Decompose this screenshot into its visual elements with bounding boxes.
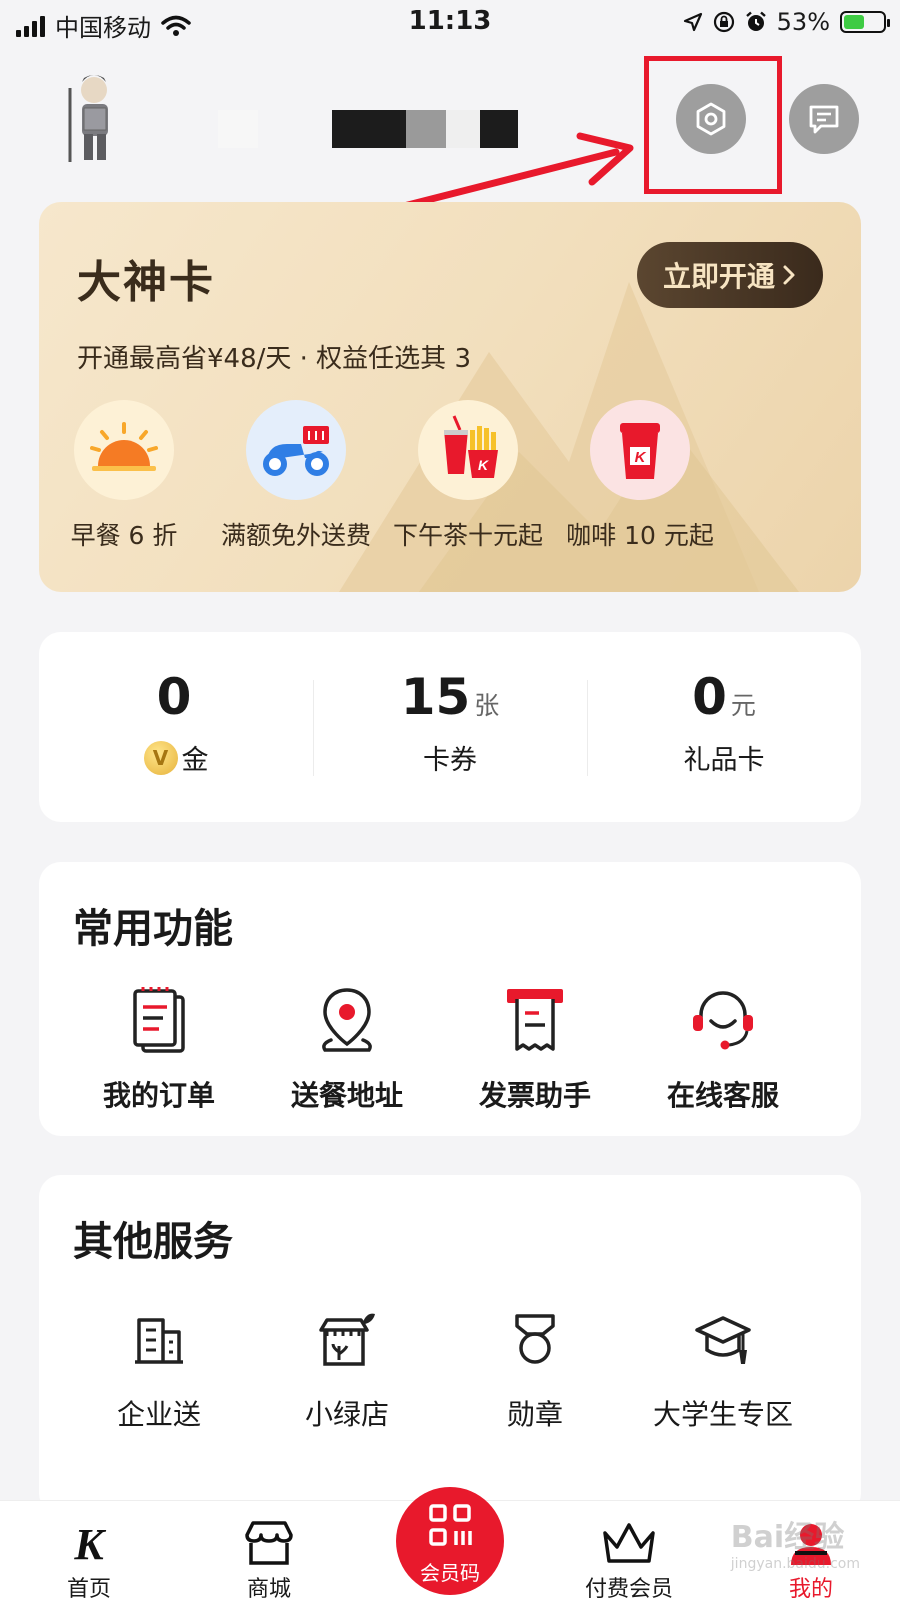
- drink-fries-icon: K: [418, 400, 518, 500]
- v-coin-icon: V: [143, 740, 178, 775]
- benefit-afternoon-tea[interactable]: K 下午茶十元起: [383, 400, 553, 552]
- watermark: Bai经验 jingyan.baidu.com: [730, 1520, 860, 1572]
- function-invoice-helper[interactable]: 发票助手: [435, 986, 635, 1114]
- asset-label: 卡券: [423, 745, 477, 776]
- status-right: 53%: [683, 8, 890, 36]
- vip-activate-label: 立即开通: [662, 260, 775, 293]
- rotation-lock-icon: [713, 11, 734, 33]
- nav-label: 付费会员: [584, 1577, 673, 1600]
- asset-gold[interactable]: 0 V 金: [39, 668, 313, 777]
- building-icon: [124, 1305, 194, 1375]
- service-college-students[interactable]: 大学生专区: [623, 1305, 823, 1433]
- qr-code-icon: [396, 1503, 504, 1551]
- crown-icon: [564, 1517, 694, 1569]
- service-label: 企业送: [116, 1398, 201, 1431]
- asset-value: 0元: [692, 668, 756, 726]
- battery-fill: [844, 15, 865, 29]
- order-list-icon: [124, 986, 194, 1056]
- service-medals[interactable]: 勋章: [435, 1305, 635, 1433]
- svg-text:K: K: [73, 1523, 106, 1563]
- coffee-cup-icon: K: [590, 400, 690, 500]
- benefit-label: 早餐 6 折: [70, 521, 178, 550]
- assets-card: 0 V 金 15 张 卡券 0元 礼品卡: [39, 632, 861, 822]
- chevron-right-icon: [783, 265, 795, 285]
- vip-card-title: 大神卡: [77, 257, 215, 308]
- message-icon: [809, 105, 839, 134]
- function-label: 发票助手: [478, 1079, 591, 1112]
- nav-paid-membership[interactable]: 付费会员: [564, 1517, 694, 1600]
- asset-value: 0: [156, 668, 192, 726]
- nav-label: 首页: [66, 1577, 111, 1600]
- benefit-free-delivery[interactable]: 满额免外送费: [211, 400, 381, 552]
- asset-label: V 金: [39, 738, 313, 777]
- function-online-service[interactable]: 在线客服: [623, 986, 823, 1114]
- service-label: 大学生专区: [652, 1398, 793, 1431]
- sunrise-icon: [74, 400, 174, 500]
- function-label: 我的订单: [102, 1079, 215, 1112]
- medal-icon: [500, 1305, 570, 1375]
- common-functions-card: 常用功能 我的订单 送餐地址 发票助手 在线客服: [39, 862, 861, 1136]
- avatar-figure-icon: [68, 75, 108, 162]
- headset-icon: [688, 986, 758, 1056]
- graduation-cap-icon: [688, 1305, 758, 1375]
- kfc-k-logo-icon: K: [24, 1517, 154, 1569]
- vip-card-subtitle: 开通最高省¥48/天 · 权益任选其 3: [77, 344, 471, 374]
- other-services-card: 其他服务 企业送 小绿店 勋章 大学生专区: [39, 1175, 861, 1515]
- service-enterprise-delivery[interactable]: 企业送: [59, 1305, 259, 1433]
- message-button[interactable]: [789, 84, 859, 154]
- service-green-store[interactable]: 小绿店: [247, 1305, 447, 1433]
- svg-text:K: K: [478, 457, 489, 473]
- function-my-orders[interactable]: 我的订单: [59, 986, 259, 1114]
- asset-label: 礼品卡: [683, 745, 765, 776]
- asset-value: 15 张: [400, 668, 500, 726]
- benefit-label: 咖啡 10 元起: [566, 521, 714, 550]
- benefit-breakfast[interactable]: 早餐 6 折: [39, 400, 209, 552]
- service-label: 小绿店: [304, 1398, 389, 1431]
- annotation-highlight-box: [644, 56, 782, 194]
- battery-percent: 53%: [776, 8, 830, 36]
- asset-coupons[interactable]: 15 张 卡券: [313, 668, 587, 777]
- nav-label: 商城: [246, 1577, 291, 1600]
- vip-activate-button[interactable]: 立即开通: [637, 242, 823, 308]
- location-pin-icon: [312, 986, 382, 1056]
- status-bar: 中国移动 11:13 53%: [0, 0, 900, 46]
- section-title: 其他服务: [73, 1219, 233, 1265]
- nav-mall[interactable]: 商城: [204, 1517, 334, 1600]
- green-store-icon: [312, 1305, 382, 1375]
- location-arrow-icon: [683, 12, 702, 32]
- avatar[interactable]: [60, 72, 122, 164]
- function-delivery-address[interactable]: 送餐地址: [247, 986, 447, 1114]
- benefit-label: 满额免外送费: [220, 521, 371, 550]
- function-label: 送餐地址: [290, 1079, 403, 1112]
- nav-label: 会员码: [420, 1561, 480, 1585]
- invoice-icon: [500, 986, 570, 1056]
- store-icon: [204, 1517, 334, 1569]
- nav-member-code[interactable]: 会员码: [396, 1487, 504, 1595]
- section-title: 常用功能: [73, 906, 233, 952]
- alarm-icon: [745, 11, 766, 31]
- asset-gift-card[interactable]: 0元 礼品卡: [587, 668, 861, 777]
- service-label: 勋章: [506, 1398, 563, 1431]
- function-label: 在线客服: [666, 1079, 779, 1112]
- benefit-label: 下午茶十元起: [392, 521, 543, 550]
- delivery-scooter-icon: [246, 400, 346, 500]
- benefit-coffee[interactable]: K 咖啡 10 元起: [555, 400, 725, 552]
- svg-text:K: K: [635, 449, 647, 466]
- nav-label: 我的: [788, 1577, 833, 1600]
- battery-icon: [840, 11, 890, 33]
- vip-card[interactable]: 大神卡 立即开通 开通最高省¥48/天 · 权益任选其 3 早餐 6 折 满额免…: [39, 202, 861, 592]
- nav-home[interactable]: K 首页: [24, 1517, 154, 1600]
